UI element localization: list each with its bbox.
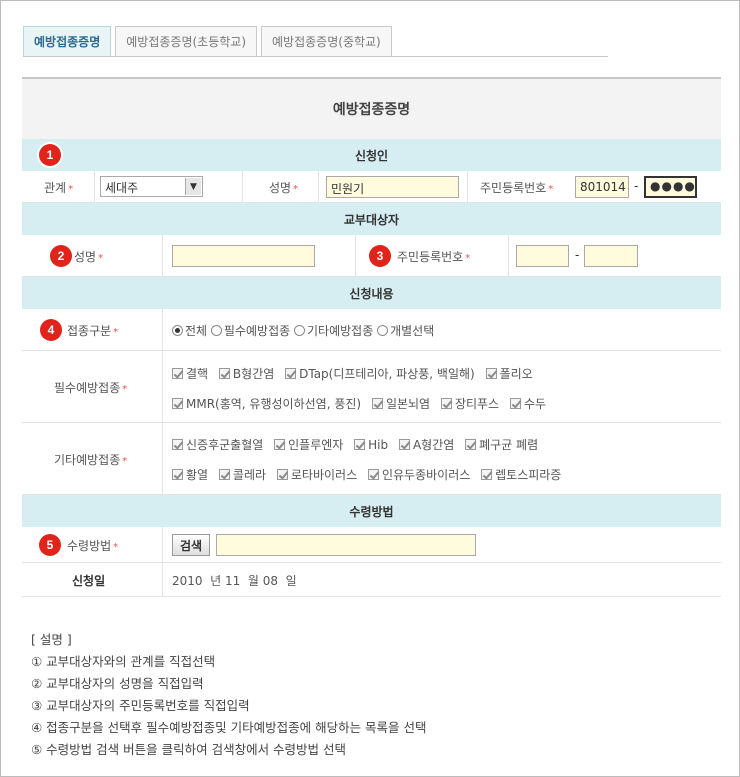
rrn-dash: -: [634, 179, 639, 193]
applicant-name-label: 성명 *: [269, 181, 299, 195]
vaccination-type-radios: 전체 필수예방접종 기타예방접종 개별선택: [172, 322, 434, 339]
vaccination-type-row: 4 접종구분 * 전체 필수예방접종 기타예방접종 개별선택: [22, 309, 721, 351]
tab-vaccination-cert-middle[interactable]: 예방접종증명(중학교): [261, 26, 392, 56]
other-vaccines-line2: 황열 콜레라 로타바이러스 인유두종바이러스 렙토스피라증: [172, 466, 568, 483]
note-item: ② 교부대상자의 성명을 직접입력: [31, 676, 204, 691]
applicant-rrn-label: 주민등록번호 *: [480, 181, 554, 195]
checkbox-influenza[interactable]: 인플루엔자: [274, 438, 343, 452]
checkbox-mmr[interactable]: MMR(홍역, 유행성이하선염, 풍진): [172, 397, 361, 411]
note-item: ① 교부대상자와의 관계를 직접선택: [31, 654, 216, 669]
checkbox-polio[interactable]: 폴리오: [485, 367, 533, 381]
form-title: 예방접종증명: [22, 79, 721, 139]
section-receipt: 수령방법: [22, 495, 721, 527]
checkbox-rotavirus[interactable]: 로타바이러스: [276, 468, 357, 482]
checkbox-leptospirosis[interactable]: 렙토스피라증: [481, 468, 561, 482]
step-badge-2: 2: [50, 245, 72, 267]
relation-label: 관계 *: [44, 181, 74, 195]
step-badge-1: 1: [39, 144, 61, 166]
chevron-down-icon: ▼: [185, 178, 201, 195]
checkbox-pneumococcal[interactable]: 폐구균 폐렴: [465, 438, 538, 452]
required-vaccines-row: 필수예방접종 * 결핵 B형간염 DTap(디프테리아, 파상풍, 백일해) 폴리…: [22, 351, 721, 423]
applicant-row: 관계 * 세대주 ▼ 성명 * 민원기 주민등록번호 * 801014 - ●●●●: [22, 171, 721, 203]
relation-select-value: 세대주: [105, 181, 139, 195]
radio-required[interactable]: 필수예방접종: [210, 324, 290, 338]
other-vaccines-row: 기타예방접종 * 신증후군출혈열 인플루엔자 Hib A형간염 폐구균 폐렴 황열…: [22, 423, 721, 495]
checkbox-bcg[interactable]: 결핵: [172, 367, 208, 381]
page-frame: 예방접종증명 예방접종증명(초등학교) 예방접종증명(중학교) 예방접종증명 신…: [0, 0, 740, 777]
description-notes: [ 설명 ] ① 교부대상자와의 관계를 직접선택 ② 교부대상자의 성명을 직…: [31, 629, 427, 761]
applicant-name-input[interactable]: 민원기: [326, 176, 459, 198]
step-badge-5: 5: [39, 534, 61, 556]
section-applicant: 신청인 1: [22, 139, 721, 171]
checkbox-varicella[interactable]: 수두: [509, 397, 546, 411]
application-date-label: 신청일: [72, 574, 106, 588]
applicant-rrn-back-input[interactable]: ●●●●: [644, 176, 697, 198]
checkbox-typhoid[interactable]: 장티푸스: [440, 397, 499, 411]
receipt-method-row: 5 수령방법 * 검색: [22, 527, 721, 563]
receipt-method-input[interactable]: [216, 534, 476, 556]
checkbox-hpv[interactable]: 인유두종바이러스: [367, 468, 470, 482]
section-recipient-label: 교부대상자: [343, 212, 400, 227]
tab-vaccination-cert[interactable]: 예방접종증명: [23, 26, 112, 56]
vaccination-type-label: 접종구분 *: [67, 324, 119, 338]
recipient-name-input[interactable]: [172, 245, 315, 267]
recipient-rrn-front-input[interactable]: [516, 245, 569, 267]
checkbox-cholera[interactable]: 콜레라: [218, 468, 266, 482]
application-date-value: 2010 년 11 월 08 일: [172, 574, 297, 588]
checkbox-hib[interactable]: Hib: [354, 438, 388, 452]
section-receipt-label: 수령방법: [349, 504, 394, 519]
required-vaccines-line2: MMR(홍역, 유행성이하선염, 풍진) 일본뇌염 장티푸스 수두: [172, 395, 553, 412]
section-applicant-label: 신청인: [354, 148, 389, 163]
rrn-dash: -: [575, 248, 580, 262]
section-recipient: 교부대상자: [22, 203, 721, 235]
tab-bar: 예방접종증명 예방접종증명(초등학교) 예방접종증명(중학교): [23, 25, 608, 57]
required-vaccines-line1: 결핵 B형간염 DTap(디프테리아, 파상풍, 백일해) 폴리오: [172, 365, 540, 382]
relation-select[interactable]: 세대주 ▼: [100, 176, 203, 197]
search-button[interactable]: 검색: [172, 534, 210, 556]
section-content-label: 신청내용: [349, 286, 394, 301]
radio-all[interactable]: 전체: [172, 324, 207, 338]
checkbox-hepatitis-a[interactable]: A형간염: [398, 438, 454, 452]
note-item: ③ 교부대상자의 주민등록번호를 직접입력: [31, 698, 250, 713]
tab-vaccination-cert-elementary[interactable]: 예방접종증명(초등학교): [115, 26, 258, 56]
other-vaccines-label: 기타예방접종 *: [54, 453, 128, 467]
recipient-row: 2 성명 * 3 주민등록번호 * -: [22, 235, 721, 277]
checkbox-yellow-fever[interactable]: 황열: [172, 468, 208, 482]
note-item: ⑤ 수령방법 검색 버튼을 클릭하여 검색창에서 수령방법 선택: [31, 742, 347, 757]
section-content: 신청내용: [22, 277, 721, 309]
recipient-name-label: 성명 *: [74, 250, 104, 264]
checkbox-hfrs[interactable]: 신증후군출혈열: [172, 438, 263, 452]
step-badge-4: 4: [40, 319, 62, 341]
other-vaccines-line1: 신증후군출혈열 인플루엔자 Hib A형간염 폐구균 폐렴: [172, 436, 545, 453]
recipient-rrn-back-input[interactable]: [584, 245, 638, 267]
checkbox-hepatitis-b[interactable]: B형간염: [218, 367, 274, 381]
required-vaccines-label: 필수예방접종 *: [54, 381, 128, 395]
radio-other[interactable]: 기타예방접종: [294, 324, 373, 338]
application-date-row: 신청일 2010 년 11 월 08 일: [22, 563, 721, 597]
certificate-form: 예방접종증명 신청인 1 관계 * 세대주 ▼ 성명 * 민원기 주민등록번호 * 8…: [22, 77, 721, 597]
note-item: ④ 접종구분을 선택후 필수예방접종및 기타예방접종에 해당하는 목록을 선택: [31, 720, 427, 735]
receipt-method-label: 수령방법 *: [67, 539, 119, 553]
radio-individual[interactable]: 개별선택: [377, 324, 434, 338]
applicant-rrn-front-input[interactable]: 801014: [575, 176, 629, 198]
checkbox-dtap[interactable]: DTap(디프테리아, 파상풍, 백일해): [285, 367, 475, 381]
step-badge-3: 3: [369, 245, 391, 267]
notes-title: [ 설명 ]: [31, 632, 72, 647]
recipient-rrn-label: 주민등록번호 *: [397, 250, 471, 264]
checkbox-japanese-encephalitis[interactable]: 일본뇌염: [371, 397, 430, 411]
